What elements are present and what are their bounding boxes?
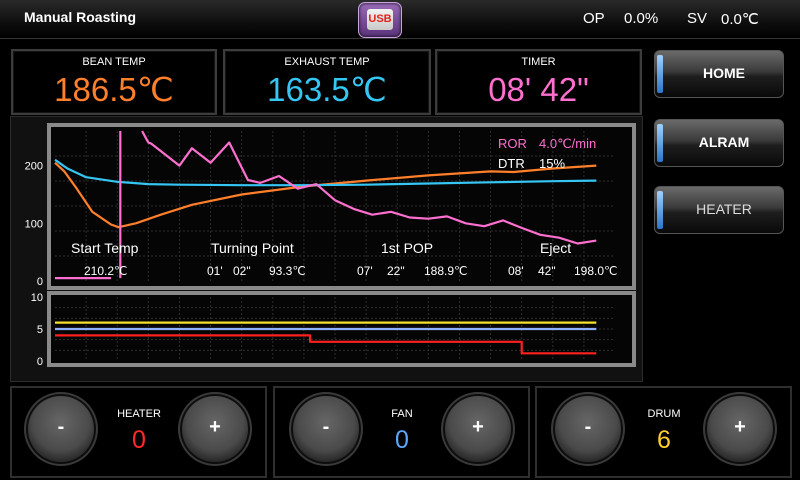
ror-value: 4.0℃/min xyxy=(539,136,596,151)
first-pop-sec: 22" xyxy=(387,264,405,278)
first-pop-temp: 188.9℃ xyxy=(424,264,468,278)
turning-point-temp: 93.3℃ xyxy=(269,264,306,278)
roast-chart: 0100200 ROR 4.0℃/min DTR 15% Start Temp … xyxy=(25,123,636,368)
home-button[interactable]: HOME xyxy=(654,50,784,98)
usb-icon: USB xyxy=(367,9,393,30)
plus-icon: + xyxy=(472,416,484,438)
heater-label: HEATER xyxy=(117,408,161,420)
start-temp-value: 210.2℃ xyxy=(84,264,128,278)
drum-increase-button[interactable]: + xyxy=(707,396,773,462)
power-plot-y-axis: 0 5 10 xyxy=(31,292,43,368)
turning-point-min: 01' xyxy=(207,264,223,278)
chart-area: 0 100 200 ROR 4.0℃/min DTR 15% Start Temp … xyxy=(10,116,643,382)
op-label: OP xyxy=(583,10,605,27)
turning-point-label: Turning Point xyxy=(211,240,294,256)
timer-value: 08' 42" xyxy=(488,71,589,108)
temp-plot-y-tick: 100 xyxy=(25,218,43,230)
start-temp-label: Start Temp xyxy=(71,240,139,256)
fan-increase-button[interactable]: + xyxy=(445,396,511,462)
power-plot-y-tick: 5 xyxy=(37,324,43,336)
heater-decrease-button[interactable]: - xyxy=(28,396,94,462)
heater-value: 0 xyxy=(132,426,146,454)
bean-temp-value: 186.5℃ xyxy=(54,71,174,108)
temp-plot-y-axis: 0 100 200 xyxy=(25,161,43,288)
temp-plot-y-tick: 0 xyxy=(37,276,43,288)
drum-readout: DRUM 6 xyxy=(627,388,701,476)
heater-button[interactable]: HEATER xyxy=(654,186,784,234)
first-pop-min: 07' xyxy=(357,264,373,278)
plus-icon: + xyxy=(209,416,221,438)
exhaust-temp-label: EXHAUST TEMP xyxy=(284,56,370,68)
page-title: Manual Roasting xyxy=(24,9,137,25)
top-bar: Manual Roasting USB OP 0.0% SV 0.0℃ xyxy=(0,0,800,39)
first-pop-label: 1st POP xyxy=(381,240,433,256)
fan-label: FAN xyxy=(391,408,413,420)
dtr-label: DTR xyxy=(498,156,525,171)
alarm-button-label: ALRAM xyxy=(698,134,750,150)
timer-panel: TIMER 08' 42" xyxy=(435,49,642,115)
fan-readout: FAN 0 xyxy=(365,388,439,476)
power-plot-y-tick: 10 xyxy=(31,292,43,304)
heater-control: - HEATER 0 + xyxy=(10,386,267,478)
button-accent xyxy=(657,191,663,229)
exhaust-temp-panel: EXHAUST TEMP 163.5℃ xyxy=(223,49,431,115)
heater-increase-button[interactable]: + xyxy=(182,396,248,462)
drum-decrease-button[interactable]: - xyxy=(555,396,621,462)
sv-value: 0.0℃ xyxy=(721,11,759,28)
heater-readout: HEATER 0 xyxy=(102,388,176,476)
usb-button[interactable]: USB xyxy=(358,2,402,38)
turning-point-sec: 02" xyxy=(233,264,251,278)
ror-label: ROR xyxy=(498,136,527,151)
eject-sec: 42" xyxy=(538,264,556,278)
power-plot-y-tick: 0 xyxy=(37,356,43,368)
plus-icon: + xyxy=(734,416,746,438)
op-value: 0.0% xyxy=(624,10,659,27)
sv-label: SV xyxy=(687,10,708,27)
eject-label: Eject xyxy=(540,240,571,256)
drum-control: - DRUM 6 + xyxy=(535,386,792,478)
bean-temp-label: BEAN TEMP xyxy=(82,56,146,68)
bean-temp-panel: BEAN TEMP 186.5℃ xyxy=(11,49,217,115)
minus-icon: - xyxy=(584,416,592,438)
timer-label: TIMER xyxy=(521,56,556,68)
temp-plot-y-tick: 200 xyxy=(25,161,43,173)
fan-value: 0 xyxy=(395,426,409,454)
drum-value: 6 xyxy=(657,426,671,454)
fan-decrease-button[interactable]: - xyxy=(293,396,359,462)
drum-label: DRUM xyxy=(647,408,681,420)
button-accent xyxy=(657,55,663,93)
fan-control: - FAN 0 + xyxy=(273,386,530,478)
usb-label: USB xyxy=(368,13,392,25)
alarm-button[interactable]: ALRAM xyxy=(654,119,784,167)
dtr-value: 15% xyxy=(539,156,565,171)
eject-temp: 198.0℃ xyxy=(574,264,618,278)
heater-button-label: HEATER xyxy=(696,201,752,217)
button-accent xyxy=(657,124,663,162)
eject-min: 08' xyxy=(508,264,524,278)
minus-icon: - xyxy=(57,416,65,438)
home-button-label: HOME xyxy=(703,65,745,81)
exhaust-temp-value: 163.5℃ xyxy=(267,71,387,108)
minus-icon: - xyxy=(322,416,330,438)
